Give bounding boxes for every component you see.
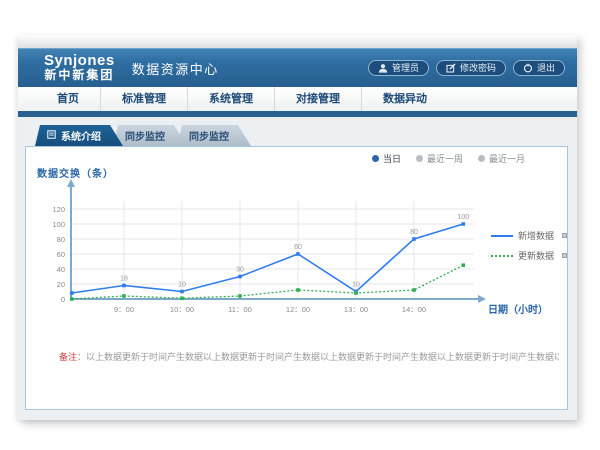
legend-line-sample-dotted — [491, 255, 513, 257]
change-password-label: 修改密码 — [460, 61, 496, 74]
x-axis-arrow-icon — [478, 295, 486, 303]
tab-sync-monitor-2[interactable]: 同步监控 — [177, 125, 251, 146]
x-tick-label: 14：00 — [402, 305, 426, 314]
x-tick-label: 11：00 — [228, 305, 252, 314]
range-option-today-label: 当日 — [383, 152, 401, 165]
range-option-last-month-label: 最近一月 — [489, 152, 525, 165]
nav-item-system[interactable]: 系统管理 — [188, 87, 275, 111]
window-top-strip — [18, 35, 577, 48]
data-point — [70, 291, 74, 295]
data-point — [180, 296, 184, 300]
user-menu: 管理员 修改密码 退出 — [368, 60, 565, 76]
x-axis-title: 日期（小时） — [488, 303, 548, 316]
data-point — [296, 252, 300, 256]
data-point — [122, 284, 126, 288]
data-point-label: 30 — [236, 267, 244, 274]
admin-user-button[interactable]: 管理员 — [368, 60, 429, 76]
range-option-last-month[interactable]: 最近一月 — [478, 152, 525, 165]
logout-button[interactable]: 退出 — [513, 60, 565, 76]
app-window: Synjones 新中新集团 数据资源中心 管理员 修改密码 — [18, 35, 577, 420]
data-point — [296, 288, 300, 292]
content-area: 系统介绍 同步监控 同步监控 当日 最近一周 — [18, 117, 577, 420]
nav-item-standards[interactable]: 标准管理 — [101, 87, 188, 111]
series-line-0 — [72, 224, 464, 293]
edit-icon — [446, 63, 456, 73]
brand-logo: Synjones 新中新集团 — [44, 53, 115, 83]
screen: Synjones 新中新集团 数据资源中心 管理员 修改密码 — [0, 0, 600, 450]
tab-sync-monitor-1-label: 同步监控 — [125, 128, 165, 143]
footnote: 备注：以上数据更新于时间产生数据以上数据更新于时间产生数据以上数据更新于时间产生… — [59, 352, 559, 364]
radio-dot-icon — [416, 155, 423, 162]
legend-line-sample-solid — [491, 235, 513, 237]
x-tick-label: 12：00 — [286, 305, 310, 314]
document-icon — [47, 130, 56, 142]
y-tick-label: 120 — [52, 205, 65, 214]
legend-item-update-data[interactable]: 更新数据 — [491, 249, 567, 262]
y-tick-label: 0 — [61, 295, 65, 304]
nav-item-integration[interactable]: 对接管理 — [275, 87, 362, 111]
legend-extra-icon — [562, 253, 567, 258]
series-line-1 — [72, 265, 464, 299]
page-title: 数据资源中心 — [132, 57, 219, 78]
tab-system-intro[interactable]: 系统介绍 — [35, 125, 123, 146]
nav-item-data-changes[interactable]: 数据异动 — [362, 87, 448, 111]
data-point — [462, 263, 466, 267]
chart-legend: 新增数据 更新数据 — [491, 229, 567, 262]
data-point-label: 10 — [352, 282, 360, 289]
data-point — [122, 294, 126, 298]
nav-item-home[interactable]: 首页 — [36, 87, 101, 111]
data-point — [412, 288, 416, 292]
tab-bar: 系统介绍 同步监控 同步监控 — [35, 125, 241, 146]
legend-item-new-data[interactable]: 新增数据 — [491, 229, 567, 242]
legend-extra-icon — [562, 233, 567, 238]
radio-dot-icon — [372, 155, 379, 162]
x-tick-label: 9：00 — [114, 305, 134, 314]
y-axis-arrow-icon — [67, 179, 75, 187]
y-tick-label: 60 — [57, 250, 65, 259]
data-point — [354, 291, 358, 295]
user-icon — [378, 63, 388, 73]
legend-item-new-data-label: 新增数据 — [518, 229, 554, 242]
y-tick-label: 20 — [57, 280, 65, 289]
range-option-last-week-label: 最近一周 — [427, 152, 463, 165]
tab-sync-monitor-1[interactable]: 同步监控 — [113, 125, 187, 146]
tab-sync-monitor-2-label: 同步监控 — [189, 128, 229, 143]
brand-logo-secondary: 新中新集团 — [44, 69, 115, 82]
y-tick-label: 80 — [57, 235, 65, 244]
data-point-label: 18 — [120, 276, 128, 283]
data-point-label: 10 — [178, 282, 186, 289]
brand-logo-primary: Synjones — [44, 53, 115, 70]
tab-system-intro-label: 系统介绍 — [61, 128, 101, 143]
y-tick-label: 100 — [52, 220, 65, 229]
data-point-label: 80 — [410, 229, 418, 236]
data-point — [180, 290, 184, 294]
app-header: Synjones 新中新集团 数据资源中心 管理员 修改密码 — [18, 48, 577, 87]
change-password-button[interactable]: 修改密码 — [436, 60, 506, 76]
data-point-label: 100 — [457, 214, 469, 221]
x-tick-label: 10：00 — [170, 305, 194, 314]
range-option-today[interactable]: 当日 — [372, 152, 401, 165]
x-tick-label: 13：00 — [344, 305, 368, 314]
data-point — [412, 237, 416, 241]
footnote-label: 备注 — [59, 352, 77, 362]
chart-panel: 当日 最近一周 最近一月 数据交换（条） 0204060801001209：00… — [25, 146, 568, 410]
radio-dot-icon — [478, 155, 485, 162]
footnote-text: ：以上数据更新于时间产生数据以上数据更新于时间产生数据以上数据更新于时间产生数据… — [77, 352, 559, 362]
data-point — [462, 222, 466, 226]
power-icon — [523, 63, 533, 73]
legend-item-update-data-label: 更新数据 — [518, 249, 554, 262]
y-tick-label: 40 — [57, 265, 65, 274]
line-chart: 0 20 40 60 80 100 120 9：00 10：00 11：00 12：00 13：00 1… — [26, 173, 569, 343]
admin-user-label: 管理员 — [392, 61, 419, 74]
range-option-last-week[interactable]: 最近一周 — [416, 152, 463, 165]
data-point — [238, 294, 242, 298]
logout-label: 退出 — [537, 61, 555, 74]
data-point-label: 60 — [294, 244, 302, 251]
data-point — [70, 297, 74, 301]
data-point — [238, 275, 242, 279]
time-range-options: 当日 最近一周 最近一月 — [372, 152, 525, 165]
main-nav: 首页 标准管理 系统管理 对接管理 数据异动 — [18, 87, 577, 111]
